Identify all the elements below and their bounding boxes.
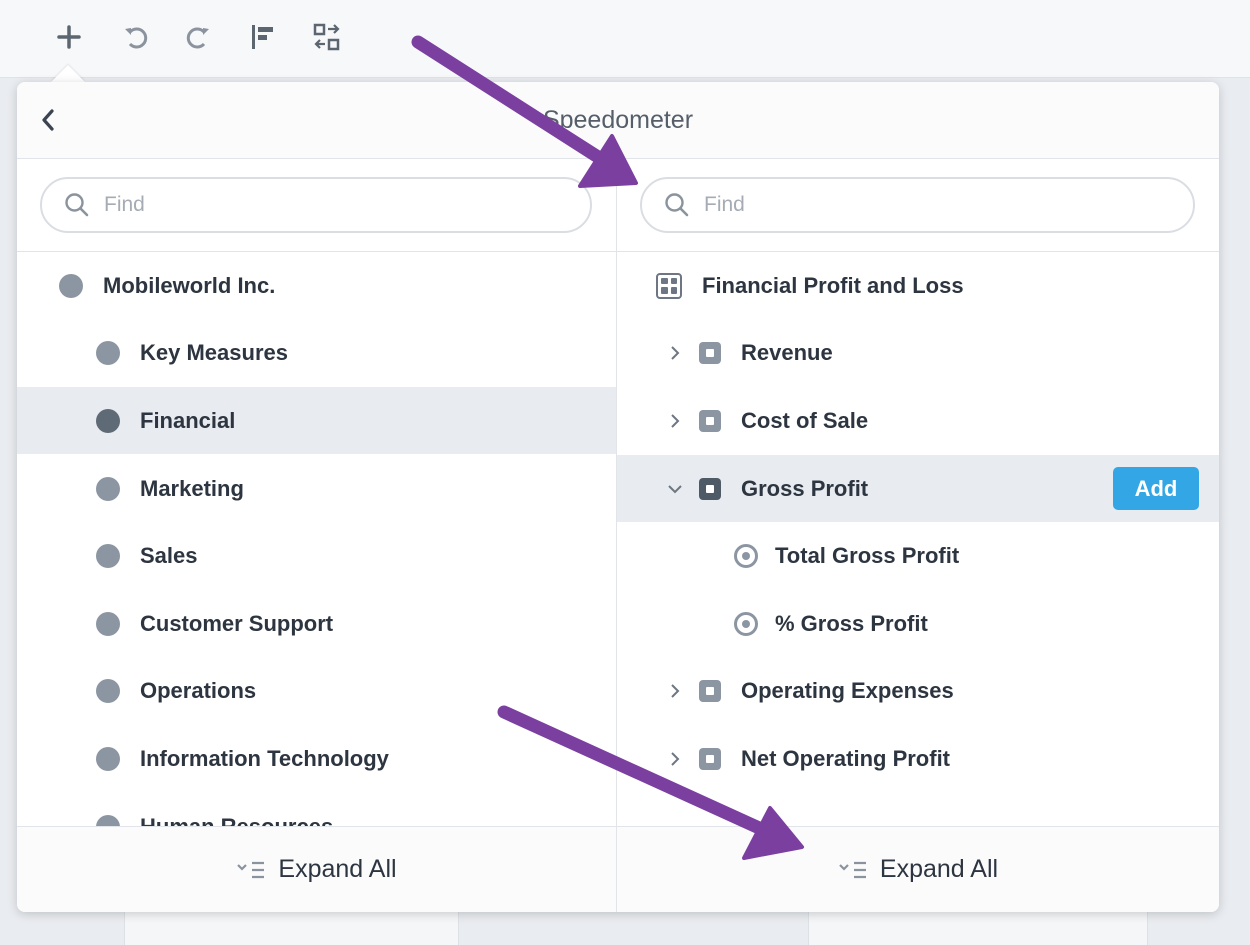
chevron-right-icon[interactable] (665, 345, 685, 361)
redo-icon[interactable] (180, 20, 214, 54)
plus-icon[interactable] (52, 20, 86, 54)
chevron-right-icon[interactable] (665, 751, 685, 767)
align-icon[interactable] (246, 20, 280, 54)
tree-item-label: Operating Expenses (741, 677, 954, 703)
chevron-right-icon[interactable] (665, 683, 685, 699)
toolbar (0, 0, 1250, 78)
list-item[interactable]: Customer Support (17, 590, 616, 657)
tree-item[interactable]: Total Gross Profit (617, 522, 1219, 589)
search-field[interactable] (40, 177, 592, 233)
list-item[interactable]: Mobileworld Inc. (17, 252, 616, 319)
scorecard-icon (656, 272, 682, 299)
chevron-down-icon[interactable] (665, 483, 685, 495)
swap-icon[interactable] (310, 20, 344, 54)
list-item-label: Operations (140, 677, 257, 703)
list-item-label: Sales (140, 542, 198, 568)
category-dot-icon (96, 611, 120, 636)
add-button[interactable]: Add (1113, 467, 1199, 510)
tree-item-label: Net Operating Profit (741, 745, 951, 771)
category-dot-icon (96, 814, 120, 826)
list-item-label: Marketing (140, 475, 244, 501)
search-bar (617, 160, 1219, 252)
tree-item-label: Cost of Sale (741, 407, 869, 433)
tree-item[interactable]: Net Operating Profit (617, 725, 1219, 792)
search-icon (64, 192, 90, 218)
list-item-label: Human Resources (140, 813, 334, 827)
category-dot-icon (96, 678, 120, 703)
tree-item[interactable]: Revenue (617, 319, 1219, 386)
expand-all-button[interactable]: Expand All (838, 855, 998, 884)
metric-picker-popover: Speedometer Mobileworld Inc. Key Measure… (17, 82, 1219, 912)
search-field[interactable] (640, 177, 1195, 233)
tree-item-label: Financial Profit and Loss (702, 272, 964, 298)
list-item[interactable]: Information Technology (17, 725, 616, 792)
search-bar (17, 160, 616, 252)
expand-all-button[interactable]: Expand All (236, 855, 397, 884)
category-dot-icon (96, 476, 120, 501)
list-item[interactable]: Sales (17, 522, 616, 589)
list-item-label: Financial (140, 407, 236, 433)
tree-item[interactable]: Cost of Sale (617, 387, 1219, 454)
category-dot-icon (96, 408, 120, 433)
popover-title: Speedometer (542, 106, 694, 134)
category-dot-icon (96, 746, 120, 771)
list-item-label: Mobileworld Inc. (103, 272, 276, 298)
group-icon (699, 341, 721, 364)
expand-list-icon (236, 859, 266, 881)
popover-header: Speedometer (17, 82, 1219, 159)
list-item[interactable]: Financial (17, 387, 616, 454)
undo-icon[interactable] (120, 20, 154, 54)
right-footer: Expand All (617, 826, 1219, 912)
search-icon (664, 192, 690, 218)
tree-item-label: Revenue (741, 339, 833, 365)
target-icon (734, 543, 758, 568)
category-pane: Mobileworld Inc. Key Measures Financial … (17, 160, 617, 912)
category-list: Mobileworld Inc. Key Measures Financial … (17, 252, 616, 826)
tree-item[interactable]: % Gross Profit (617, 590, 1219, 657)
tree-item-label: Total Gross Profit (775, 542, 960, 568)
chevron-right-icon[interactable] (665, 413, 685, 429)
group-icon (699, 477, 721, 500)
tree-item[interactable]: Operating Expenses (617, 657, 1219, 724)
list-item[interactable]: Key Measures (17, 319, 616, 386)
group-icon (699, 409, 721, 432)
metric-pane: Financial Profit and Loss Revenue Cost o… (617, 160, 1219, 912)
list-item-label: Customer Support (140, 610, 334, 636)
category-dot-icon (96, 340, 120, 365)
left-footer: Expand All (17, 826, 616, 912)
list-item[interactable]: Marketing (17, 455, 616, 522)
metric-tree: Financial Profit and Loss Revenue Cost o… (617, 252, 1219, 826)
tree-item[interactable]: Gross Profit Add (617, 455, 1219, 522)
list-item[interactable]: Human Resources (17, 793, 616, 826)
tree-item-label: % Gross Profit (775, 610, 928, 636)
search-input[interactable] (704, 193, 1144, 217)
expand-list-icon (838, 859, 868, 881)
expand-all-label: Expand All (879, 855, 999, 883)
list-item-label: Information Technology (140, 745, 389, 771)
target-icon (734, 611, 758, 636)
category-dot-icon (59, 273, 83, 298)
category-dot-icon (96, 543, 120, 568)
group-icon (699, 679, 721, 702)
tree-item-label: Gross Profit (741, 475, 869, 501)
search-input[interactable] (104, 193, 544, 217)
list-item[interactable]: Operations (17, 657, 616, 724)
group-icon (699, 747, 721, 770)
tree-item[interactable]: Financial Profit and Loss (617, 252, 1219, 319)
expand-all-label: Expand All (278, 855, 397, 883)
list-item-label: Key Measures (140, 339, 288, 365)
